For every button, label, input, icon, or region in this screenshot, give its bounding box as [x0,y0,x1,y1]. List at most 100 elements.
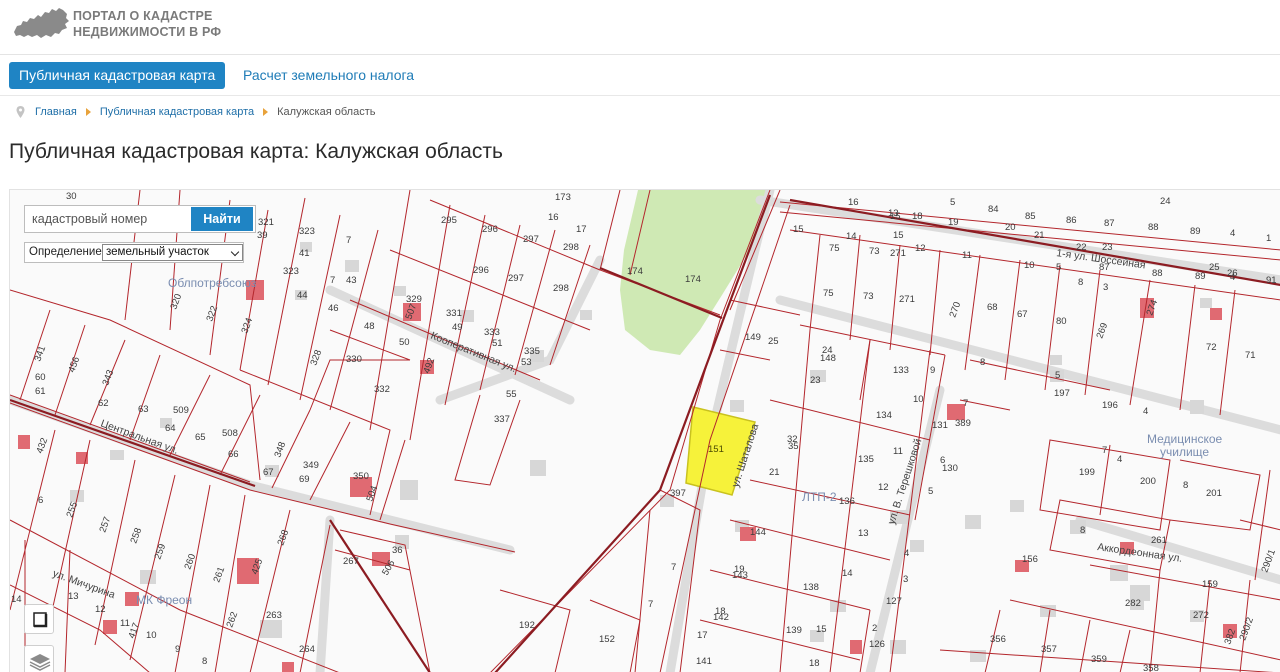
definition-select[interactable]: земельный участок [102,244,243,261]
svg-text:14: 14 [846,231,857,242]
breadcrumb: Главная Публичная кадастровая карта Калужс… [16,106,375,120]
breadcrumb-separator-icon [85,108,91,117]
svg-text:350: 350 [353,471,369,482]
svg-text:135: 135 [858,454,874,465]
svg-text:333: 333 [484,327,500,338]
svg-text:49: 49 [452,322,463,333]
street-label-kooperativnaya: Кооперативная ул. [429,330,518,375]
svg-text:255: 255 [64,500,80,519]
svg-text:53: 53 [521,357,532,368]
svg-text:5: 5 [950,197,955,208]
svg-text:65: 65 [195,432,206,443]
cadastral-number-input[interactable] [27,208,187,230]
svg-text:272: 272 [1193,610,1209,621]
svg-text:8: 8 [1080,525,1085,536]
svg-text:68: 68 [987,302,998,313]
svg-text:290/2: 290/2 [1237,616,1255,642]
svg-text:7: 7 [648,599,653,610]
russia-map-logo-icon[interactable] [12,4,70,42]
svg-text:24: 24 [822,345,833,356]
svg-text:159: 159 [1202,579,1218,590]
svg-text:46: 46 [328,303,339,314]
chevron-down-icon [230,247,240,257]
breadcrumb-home-link[interactable]: Главная [35,106,77,118]
svg-text:143: 143 [732,570,748,581]
svg-text:4: 4 [1230,272,1235,283]
svg-text:260: 260 [182,552,198,571]
svg-text:69: 69 [299,474,310,485]
svg-text:80: 80 [1056,316,1067,327]
svg-text:11: 11 [120,618,130,629]
breadcrumb-map-link[interactable]: Публичная кадастровая карта [100,106,254,118]
svg-text:41: 41 [299,248,310,259]
svg-text:86: 86 [1066,215,1077,226]
svg-text:89: 89 [1190,226,1201,237]
svg-text:348: 348 [272,440,288,459]
svg-text:15: 15 [893,230,904,241]
svg-text:7: 7 [1102,445,1107,456]
place-label-medical-college-1: Медицинское [1147,432,1223,446]
svg-text:50: 50 [399,337,410,348]
svg-text:51: 51 [492,338,503,349]
svg-text:5: 5 [1055,370,1060,381]
svg-text:298: 298 [553,283,569,294]
layers-tool-button[interactable] [24,645,54,672]
svg-text:127: 127 [886,596,902,607]
svg-text:295: 295 [441,215,457,226]
tab-land-tax-calculation[interactable]: Расчет земельного налога [233,62,424,89]
cadastral-search-panel: Найти [24,205,256,233]
svg-text:10: 10 [913,394,924,405]
svg-text:23: 23 [810,375,821,386]
svg-text:357: 357 [1041,644,1057,655]
svg-text:130: 130 [942,463,958,474]
svg-text:200: 200 [1140,476,1156,487]
svg-text:16: 16 [848,197,859,208]
find-button[interactable]: Найти [191,207,253,231]
svg-text:389: 389 [955,418,971,429]
cadastral-map[interactable]: 30 321 39 323 41 323 7 7 43 44 46 48 50 295 296 29… [9,189,1280,672]
logo-line-2: НЕДВИЖИМОСТИ В РФ [73,25,222,39]
svg-text:331: 331 [446,308,462,319]
svg-text:5: 5 [1056,262,1061,273]
svg-text:12: 12 [915,243,926,254]
svg-text:20: 20 [1005,222,1016,233]
svg-text:257: 257 [97,515,113,534]
svg-text:152: 152 [599,634,615,645]
svg-text:264: 264 [299,644,315,655]
svg-text:192: 192 [519,620,535,631]
svg-text:173: 173 [555,192,571,203]
svg-text:91: 91 [1266,275,1277,286]
svg-text:261: 261 [211,565,227,584]
svg-text:258: 258 [128,526,144,545]
site-header: ПОРТАЛ О КАДАСТРЕ НЕДВИЖИМОСТИ В РФ [0,0,1280,55]
svg-text:8: 8 [1078,277,1083,288]
street-label-michurina: ул. Мичурина [51,568,117,602]
svg-text:11: 11 [893,446,903,457]
svg-text:30: 30 [66,191,77,202]
svg-text:67: 67 [263,467,274,478]
svg-text:15: 15 [816,624,827,635]
select-area-tool-button[interactable] [24,604,54,634]
place-label-ltp2: ЛТП-2 [802,490,837,504]
svg-text:88: 88 [1148,222,1159,233]
svg-text:267: 267 [343,556,359,567]
svg-text:321: 321 [258,217,274,228]
svg-text:15: 15 [793,224,804,235]
svg-text:134: 134 [876,410,892,421]
site-logo-text[interactable]: ПОРТАЛ О КАДАСТРЕ НЕДВИЖИМОСТИ В РФ [73,8,221,40]
svg-text:75: 75 [823,288,834,299]
place-label-oblpotrebsoyuz: Облпотребсоюз [168,276,257,290]
svg-text:271: 271 [890,248,906,259]
svg-text:89: 89 [1195,271,1206,282]
svg-text:397: 397 [670,488,686,499]
selection-frame-icon [33,612,48,628]
svg-text:48: 48 [364,321,375,332]
svg-text:14: 14 [842,568,853,579]
svg-text:269: 269 [1094,321,1110,340]
svg-text:323: 323 [299,226,315,237]
svg-text:13: 13 [888,208,899,219]
svg-text:322: 322 [204,304,220,323]
svg-text:73: 73 [863,291,874,302]
tab-public-cadastral-map[interactable]: Публичная кадастровая карта [9,62,226,89]
svg-text:4: 4 [1117,454,1122,465]
